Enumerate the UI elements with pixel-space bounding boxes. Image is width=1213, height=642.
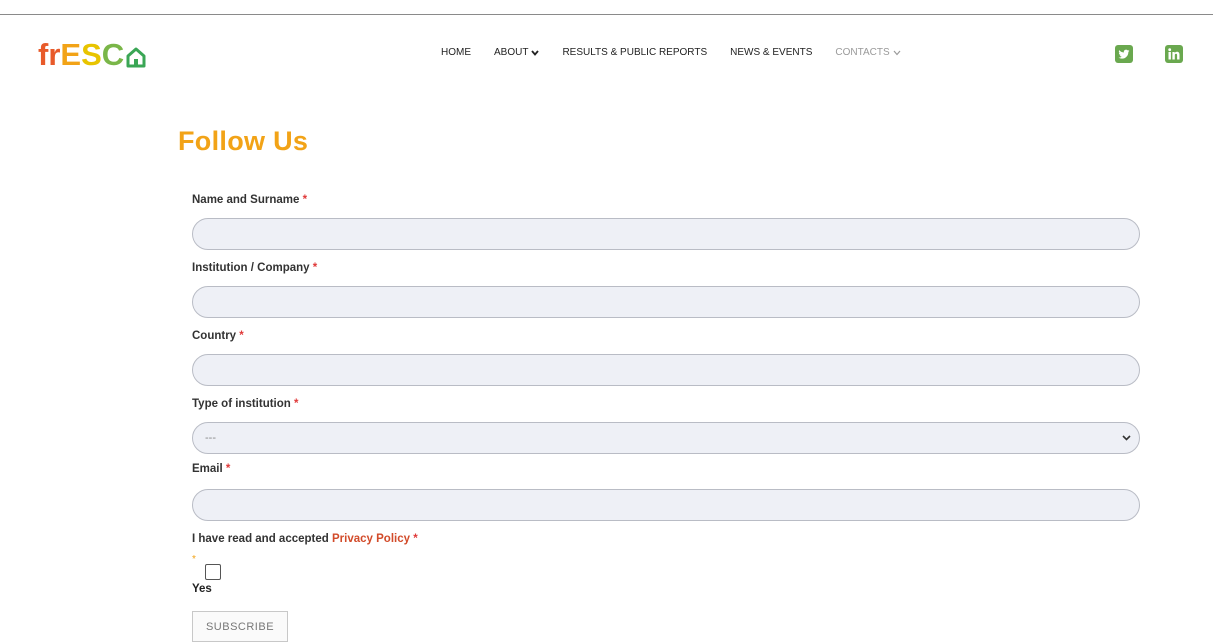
option-star: * — [192, 554, 196, 565]
logo-letter-f: f — [38, 37, 49, 72]
main-nav: HOME ABOUT RESULTS & PUBLIC REPORTS NEWS… — [441, 47, 924, 58]
house-icon — [126, 47, 146, 68]
top-divider — [0, 14, 1213, 15]
privacy-checkbox[interactable] — [205, 564, 221, 580]
logo-letter-e: E — [60, 37, 82, 72]
institution-type-label-text: Type of institution — [192, 398, 291, 410]
country-input[interactable] — [192, 354, 1140, 386]
fresco-logo[interactable]: f r E S C — [38, 36, 146, 70]
country-label-text: Country — [192, 330, 237, 342]
chevron-down-icon — [1122, 435, 1131, 441]
required-mark: * — [413, 533, 418, 545]
institution-type-label: Type of institution * — [192, 398, 299, 410]
nav-home-label: HOME — [441, 47, 471, 58]
linkedin-button[interactable] — [1165, 45, 1183, 63]
institution-input[interactable] — [192, 286, 1140, 318]
name-input[interactable] — [192, 218, 1140, 250]
institution-label-text: Institution / Company — [192, 262, 310, 274]
nav-contacts-label: CONTACTS — [835, 47, 890, 58]
email-input[interactable] — [192, 489, 1140, 521]
nav-news[interactable]: NEWS & EVENTS — [730, 47, 812, 58]
required-mark: * — [312, 262, 318, 274]
logo-letter-s: S — [81, 37, 102, 72]
logo-letter-c: C — [101, 37, 125, 72]
email-label: Email * — [192, 463, 230, 475]
nav-news-label: NEWS & EVENTS — [730, 47, 813, 58]
subscribe-button[interactable]: SUBSCRIBE — [192, 611, 288, 642]
required-mark: * — [239, 330, 244, 342]
yes-label: Yes — [192, 583, 212, 595]
logo-letter-r: r — [48, 37, 61, 72]
twitter-button[interactable] — [1115, 45, 1133, 63]
required-mark: * — [225, 463, 231, 475]
nav-home[interactable]: HOME — [441, 47, 471, 58]
privacy-policy-link[interactable]: Privacy Policy — [332, 533, 410, 545]
page-title: Follow Us — [178, 126, 309, 156]
name-label-text: Name and Surname — [192, 194, 300, 206]
privacy-label-text: I have read and accepted — [192, 533, 329, 545]
name-label: Name and Surname * — [192, 194, 307, 206]
chevron-down-icon — [531, 49, 540, 56]
institution-type-select[interactable]: --- — [192, 422, 1140, 454]
institution-label: Institution / Company * — [192, 262, 317, 274]
nav-results-label: RESULTS & PUBLIC REPORTS — [562, 47, 708, 58]
privacy-label: I have read and accepted Privacy Policy … — [192, 533, 418, 545]
chevron-down-icon — [893, 50, 901, 55]
nav-about-label: ABOUT — [494, 47, 529, 58]
linkedin-icon — [1168, 48, 1180, 60]
institution-type-selected: --- — [205, 432, 216, 444]
email-label-text: Email — [192, 463, 223, 475]
nav-contacts[interactable]: CONTACTS — [835, 47, 901, 58]
country-label: Country * — [192, 330, 244, 342]
twitter-icon — [1118, 49, 1130, 59]
nav-results[interactable]: RESULTS & PUBLIC REPORTS — [562, 47, 707, 58]
required-mark: * — [302, 194, 308, 206]
required-mark: * — [294, 398, 299, 410]
nav-about[interactable]: ABOUT — [494, 47, 540, 58]
